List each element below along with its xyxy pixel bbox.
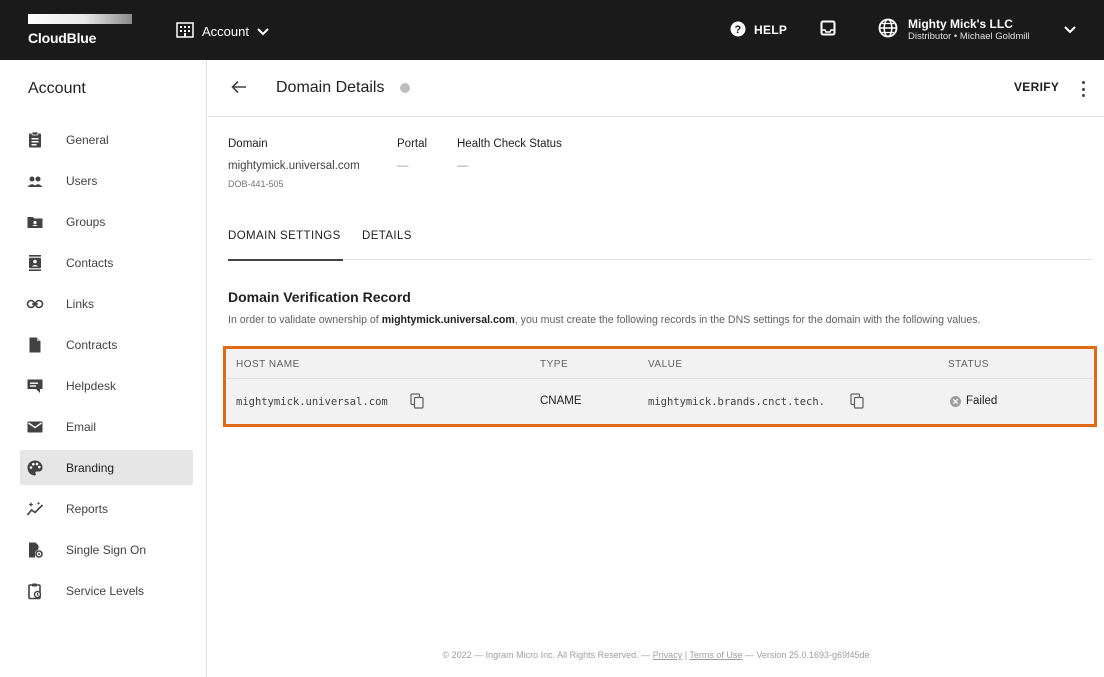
column-header-host-name: HOST NAME	[236, 359, 300, 370]
info-icon[interactable]	[400, 83, 410, 93]
sidebar-nav: General Users Groups Contacts Links Cont…	[20, 122, 193, 614]
email-icon	[26, 418, 44, 436]
column-header-value: VALUE	[648, 359, 683, 370]
sidebar-item-branding[interactable]: Branding	[20, 450, 193, 485]
sidebar-item-reports[interactable]: Reports	[20, 491, 193, 526]
users-icon	[26, 172, 44, 190]
more-options-icon[interactable]	[1076, 78, 1090, 100]
failed-status-icon	[950, 396, 961, 407]
building-icon	[176, 21, 194, 41]
sidebar-item-single-sign-on[interactable]: Single Sign On	[20, 532, 193, 567]
tab-details[interactable]: DETAILS	[362, 230, 412, 260]
sidebar-item-label: Helpdesk	[66, 378, 117, 393]
account-switcher[interactable]: Mighty Mick's LLC Distributor • Michael …	[878, 0, 1030, 60]
sidebar-item-label: Users	[66, 173, 98, 188]
chevron-down-icon	[257, 24, 269, 39]
reports-icon	[26, 500, 44, 518]
inbox-icon	[820, 20, 836, 41]
footer-version: — Version 25.0.1693-g69f45de	[742, 650, 870, 660]
sidebar-item-label: Single Sign On	[66, 542, 147, 557]
health-check-label: Health Check Status	[457, 138, 562, 150]
domain-value: mightymick.universal.com	[228, 160, 360, 172]
domain-label: Domain	[228, 138, 268, 150]
brand-logo-bar	[28, 14, 132, 24]
groups-icon	[26, 213, 44, 231]
verify-button[interactable]: VERIFY	[1014, 80, 1059, 94]
tab-domain-settings[interactable]: DOMAIN SETTINGS	[228, 230, 343, 261]
sidebar-item-contacts[interactable]: Contacts	[20, 245, 193, 280]
clipboard-icon	[26, 131, 44, 149]
value-cell: mightymick.brands.cnct.tech.	[648, 396, 826, 408]
palette-icon	[26, 459, 44, 477]
terms-link[interactable]: Terms of Use	[689, 650, 742, 660]
sidebar-item-service-levels[interactable]: Service Levels	[20, 573, 193, 608]
host-name-cell: mightymick.universal.com	[236, 396, 388, 408]
sidebar-item-label: Reports	[66, 501, 109, 516]
account-role: Distributor • Michael Goldmill	[908, 31, 1030, 42]
helpdesk-icon	[26, 377, 44, 395]
globe-icon	[878, 18, 898, 43]
portal-value: —	[397, 160, 409, 172]
footer: © 2022 — Ingram Micro Inc. All Rights Re…	[442, 650, 870, 660]
copy-icon[interactable]	[850, 393, 864, 409]
section-description: In order to validate ownership of mighty…	[228, 314, 981, 326]
column-header-status: STATUS	[948, 359, 989, 370]
status-cell: Failed	[966, 395, 998, 407]
sidebar-item-label: Contracts	[66, 337, 118, 352]
section-title: Domain Verification Record	[228, 289, 411, 305]
chevron-down-icon	[1064, 21, 1076, 39]
contacts-icon	[26, 254, 44, 272]
sidebar-item-contracts[interactable]: Contracts	[20, 327, 193, 362]
sidebar-item-label: General	[66, 132, 109, 147]
portal-label: Portal	[397, 138, 428, 150]
top-bar: CloudBlue Account ? HELP Mighty Mick's L…	[0, 0, 1104, 60]
sidebar-item-label: Branding	[66, 460, 115, 475]
service-levels-icon	[26, 582, 44, 600]
page-title: Domain Details	[276, 79, 385, 96]
sidebar-item-email[interactable]: Email	[20, 409, 193, 444]
description-domain: mightymick.universal.com	[381, 314, 515, 326]
sidebar-item-general[interactable]: General	[20, 122, 193, 157]
brand-logo[interactable]: CloudBlue	[28, 30, 96, 46]
sidebar-item-users[interactable]: Users	[20, 163, 193, 198]
sidebar-item-helpdesk[interactable]: Helpdesk	[20, 368, 193, 403]
help-button[interactable]: ? HELP	[730, 0, 787, 60]
contract-icon	[26, 336, 44, 354]
dns-records-table: HOST NAME TYPE VALUE STATUS mightymick.u…	[226, 349, 1094, 424]
footer-copyright: © 2022 — Ingram Micro Inc. All Rights Re…	[442, 650, 653, 660]
sidebar-item-label: Service Levels	[66, 583, 145, 598]
sidebar-item-label: Groups	[66, 214, 106, 229]
tab-bar: DOMAIN SETTINGS DETAILS	[228, 230, 1092, 261]
sidebar-title: Account	[28, 80, 86, 97]
notifications-button[interactable]	[820, 0, 836, 60]
sidebar-item-links[interactable]: Links	[20, 286, 193, 321]
sidebar-item-groups[interactable]: Groups	[20, 204, 193, 239]
module-switcher[interactable]: Account	[176, 20, 269, 42]
copy-icon[interactable]	[410, 393, 424, 409]
column-header-type: TYPE	[540, 359, 569, 370]
arrow-left-icon	[231, 80, 247, 99]
domain-id: DOB-441-505	[228, 179, 284, 189]
sidebar: Account General Users Groups Contacts Li…	[0, 60, 207, 677]
account-menu-toggle[interactable]	[1064, 0, 1076, 60]
sso-icon	[26, 541, 44, 559]
link-icon	[26, 295, 44, 313]
sidebar-item-label: Contacts	[66, 255, 114, 270]
table-header: HOST NAME TYPE VALUE STATUS	[226, 349, 1094, 379]
account-name: Mighty Mick's LLC	[908, 17, 1013, 31]
main-content: Domain Details VERIFY Domain mightymick.…	[208, 60, 1104, 677]
sidebar-item-label: Links	[66, 296, 95, 311]
privacy-link[interactable]: Privacy	[653, 650, 683, 660]
module-label: Account	[202, 23, 249, 39]
page-header: Domain Details VERIFY	[208, 60, 1104, 117]
help-icon: ?	[730, 21, 746, 40]
back-button[interactable]	[228, 78, 250, 100]
type-cell: CNAME	[540, 395, 582, 407]
sidebar-item-label: Email	[66, 419, 97, 434]
help-label: HELP	[754, 23, 788, 37]
health-check-value: —	[457, 160, 469, 172]
svg-text:?: ?	[734, 24, 741, 36]
